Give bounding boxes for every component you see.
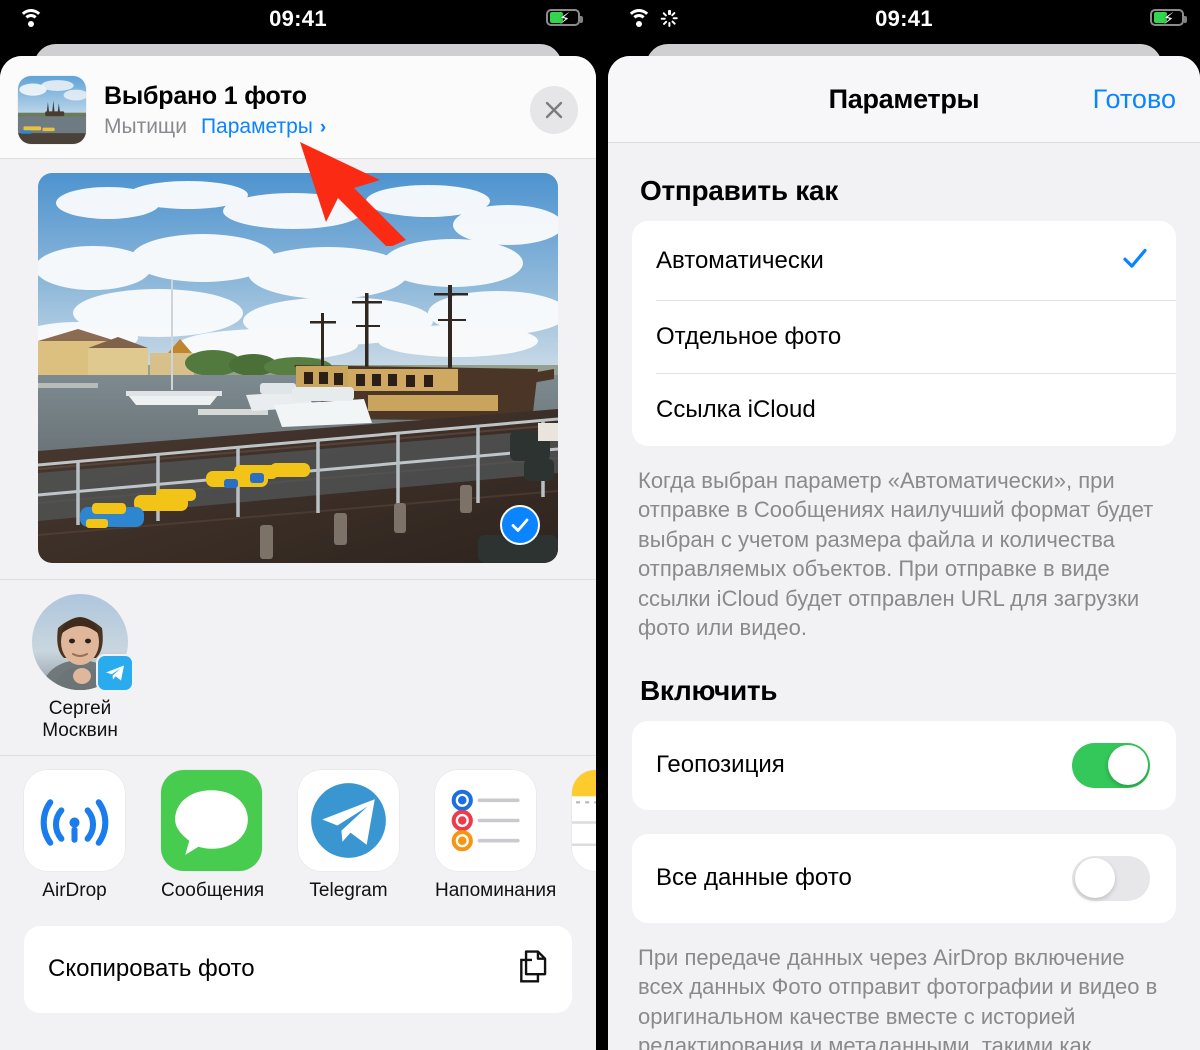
send-as-option-individual-photo[interactable]: Отдельное фото [632,301,1176,373]
close-button[interactable] [530,86,578,134]
contact-name-line2: Москвин [42,720,118,742]
telegram-icon [298,769,399,871]
app-telegram[interactable]: Telegram [298,769,399,902]
app-airdrop[interactable]: AirDrop [24,769,125,902]
photo-thumbnail[interactable] [18,76,86,144]
checkmark-circle-icon [511,518,529,532]
checkmark-icon [1120,243,1150,278]
done-button[interactable]: Готово [1093,84,1176,115]
app-label: Telegram [309,879,388,901]
send-as-option-automatic[interactable]: Автоматически [632,221,1176,300]
app-label: За [572,880,596,902]
include-row-all-photo-data[interactable]: Все данные фото [632,834,1176,923]
contacts-row: Сергей Москвин [0,580,596,755]
status-bar-time: 09:41 [875,6,933,31]
contact-name-line1: Сергей [48,698,112,719]
messages-icon [161,769,262,871]
close-icon [545,101,563,119]
app-label: Напоминания [435,879,557,901]
status-bar-left: 09:41 ⚡ [0,0,596,40]
share-sheet-subtitle: Мытищи Параметры › [104,115,530,139]
photo-location-label: Мытищи [104,114,187,138]
app-label: Сообщения [161,879,265,901]
options-link[interactable]: Параметры › [201,115,326,139]
photo-selected-badge[interactable] [500,505,540,545]
settings-sheet: Параметры Готово Отправить как Автоматич… [608,56,1200,1050]
row-label: Все данные фото [656,864,852,892]
group-gap [608,810,1200,834]
send-as-footnote: Когда выбран параметр «Автоматически», п… [638,468,1154,641]
option-label: Отдельное фото [656,323,842,350]
app-notes[interactable]: За [572,769,596,902]
apps-row: AirDrop Сообщения Telegram Напоминания [0,755,596,912]
include-footnote: При передаче данных через AirDrop включе… [638,944,1158,1050]
airdrop-icon [24,769,125,871]
red-pointer-arrow [300,142,406,246]
battery-charging-icon: ⚡ [546,9,583,28]
share-sheet-title: Выбрано 1 фото [104,81,307,110]
option-label: Автоматически [656,246,824,274]
send-as-option-icloud-link[interactable]: Ссылка iCloud [632,374,1176,446]
share-header-texts: Выбрано 1 фото Мытищи Параметры › [104,82,530,139]
include-row-location[interactable]: Геопозиция [632,721,1176,810]
row-label: Геопозиция [656,751,785,779]
options-link-label: Параметры [200,114,313,138]
telegram-icon [96,654,134,692]
status-bar-right: 09:41 ⚡ [608,0,1200,40]
copy-photo-icon [514,948,550,991]
option-label: Ссылка iCloud [656,396,816,423]
app-messages[interactable]: Сообщения [161,769,265,902]
status-bar-time: 09:41 [269,6,327,31]
reminders-icon [435,769,536,871]
battery-charging-icon: ⚡ [1150,9,1187,28]
screenshot-stage: 09:41 ⚡ Выбрано 1 фото Мытищи Параметры … [0,0,1200,1050]
location-toggle[interactable] [1072,742,1150,788]
action-label: Скопировать фото [48,955,255,983]
send-as-header: Отправить как [640,175,838,206]
notes-icon [572,769,596,871]
copy-photo-row[interactable]: Скопировать фото [24,925,572,1013]
include-header: Включить [640,674,778,706]
include-group-all-photo-data: Все данные фото [632,833,1176,923]
app-label: AirDrop [42,879,107,901]
contact-item[interactable]: Сергей Москвин [0,594,160,743]
include-group-location: Геопозиция [632,720,1176,810]
right-phone-panel: 09:41 ⚡ Параметры Готово Отправить как А… [608,0,1200,1050]
actions-list: Скопировать фото [0,911,596,1013]
contact-name: Сергей Москвин [0,698,160,743]
left-phone-panel: 09:41 ⚡ Выбрано 1 фото Мытищи Параметры … [0,0,596,1050]
app-reminders[interactable]: Напоминания [435,769,557,902]
settings-navbar: Параметры Готово [608,56,1200,142]
send-as-group: Автоматически Отдельное фото Ссылка iClo… [632,221,1176,446]
all-photo-data-toggle[interactable] [1072,855,1150,901]
